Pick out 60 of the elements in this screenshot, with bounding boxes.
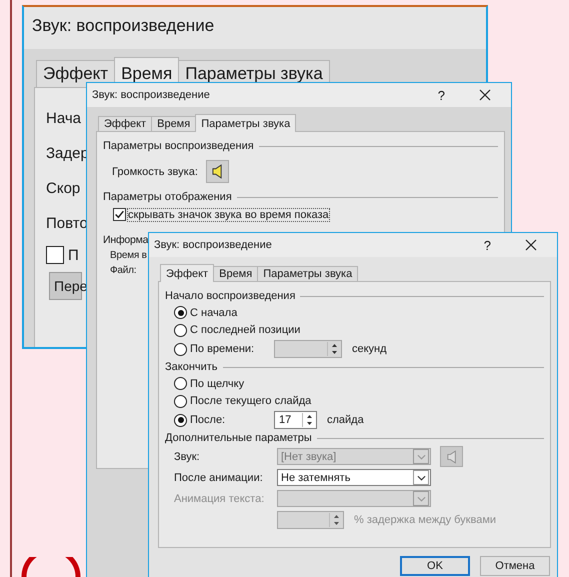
radio-label: После: — [190, 414, 226, 426]
tab[interactable]: Эффект — [98, 116, 152, 131]
field-label: Громкость звука: — [112, 166, 198, 178]
unit-label: % задержка между буквами — [354, 514, 496, 526]
section-heading: Параметры отображения — [103, 191, 232, 203]
speaker-icon — [446, 450, 456, 464]
field-label: Файл: — [109, 265, 136, 276]
section-heading: Параметры воспроизведения — [103, 140, 254, 152]
dropdown[interactable]: Не затемнять — [277, 469, 431, 486]
field-label: Нача — [46, 110, 82, 129]
radio-button[interactable] — [174, 377, 187, 390]
radio-label: С начала — [190, 306, 238, 319]
field-label: Повто — [46, 215, 88, 234]
radio-label: С последней позиции — [190, 324, 300, 336]
radio-label: После текущего слайда — [190, 395, 312, 408]
radio-button[interactable] — [174, 414, 187, 426]
tab[interactable]: Время — [151, 116, 196, 131]
caret-icon — [416, 474, 426, 480]
window-title: Звук: воспроизведение — [154, 239, 273, 251]
tab[interactable]: Параметры звука — [257, 266, 358, 281]
radio-button[interactable] — [174, 324, 187, 337]
field-label: Звук: — [174, 450, 201, 462]
section-heading: Закончить — [165, 361, 218, 373]
dialog-button[interactable]: Отмена — [480, 556, 550, 576]
window-title: Звук: воспроизведение — [24, 7, 486, 49]
checkbox-label: скрывать значок звука во время показа — [128, 208, 329, 220]
help-button[interactable]: ? — [480, 238, 495, 252]
close-icon — [479, 89, 491, 101]
volume-button[interactable] — [206, 160, 229, 183]
checkbox[interactable] — [46, 246, 64, 264]
spinner-icon[interactable] — [302, 413, 314, 427]
tab[interactable]: Эффект — [36, 60, 116, 87]
speaker-icon — [212, 164, 223, 179]
checkbox-label: П — [68, 246, 79, 264]
section-heading: Информа — [103, 234, 148, 246]
radio-button[interactable] — [174, 306, 187, 320]
window-title: Звук: воспроизведение — [92, 89, 211, 101]
caret-icon — [416, 496, 426, 502]
caret-icon — [416, 454, 426, 460]
checkbox[interactable] — [113, 208, 126, 221]
help-button[interactable]: ? — [434, 88, 449, 102]
radio-label: По щелчку — [190, 378, 244, 390]
unit-label: слайда — [327, 414, 364, 426]
tab[interactable]: Время — [213, 266, 258, 281]
field-label: Скор — [46, 180, 80, 199]
field-label: После анимации: — [174, 472, 264, 484]
play-sound-button[interactable] — [440, 446, 463, 467]
dialog-button[interactable]: OK — [400, 556, 470, 576]
section-heading: Дополнительные параметры — [165, 432, 312, 444]
section-heading: Начало воспроизведения — [165, 290, 296, 302]
unit-label: секунд — [352, 343, 387, 355]
close-icon — [525, 239, 537, 251]
radio-label: По времени: — [190, 343, 256, 355]
spin-field[interactable]: 17 — [274, 411, 317, 429]
tab[interactable]: Эффект — [160, 264, 214, 282]
radio-button[interactable] — [174, 394, 187, 408]
field-label: Время в — [109, 250, 147, 261]
field-label: Анимация текста: — [174, 492, 266, 504]
tab[interactable]: Параметры звука — [195, 114, 296, 132]
circle-marker-icon — [20, 557, 82, 577]
